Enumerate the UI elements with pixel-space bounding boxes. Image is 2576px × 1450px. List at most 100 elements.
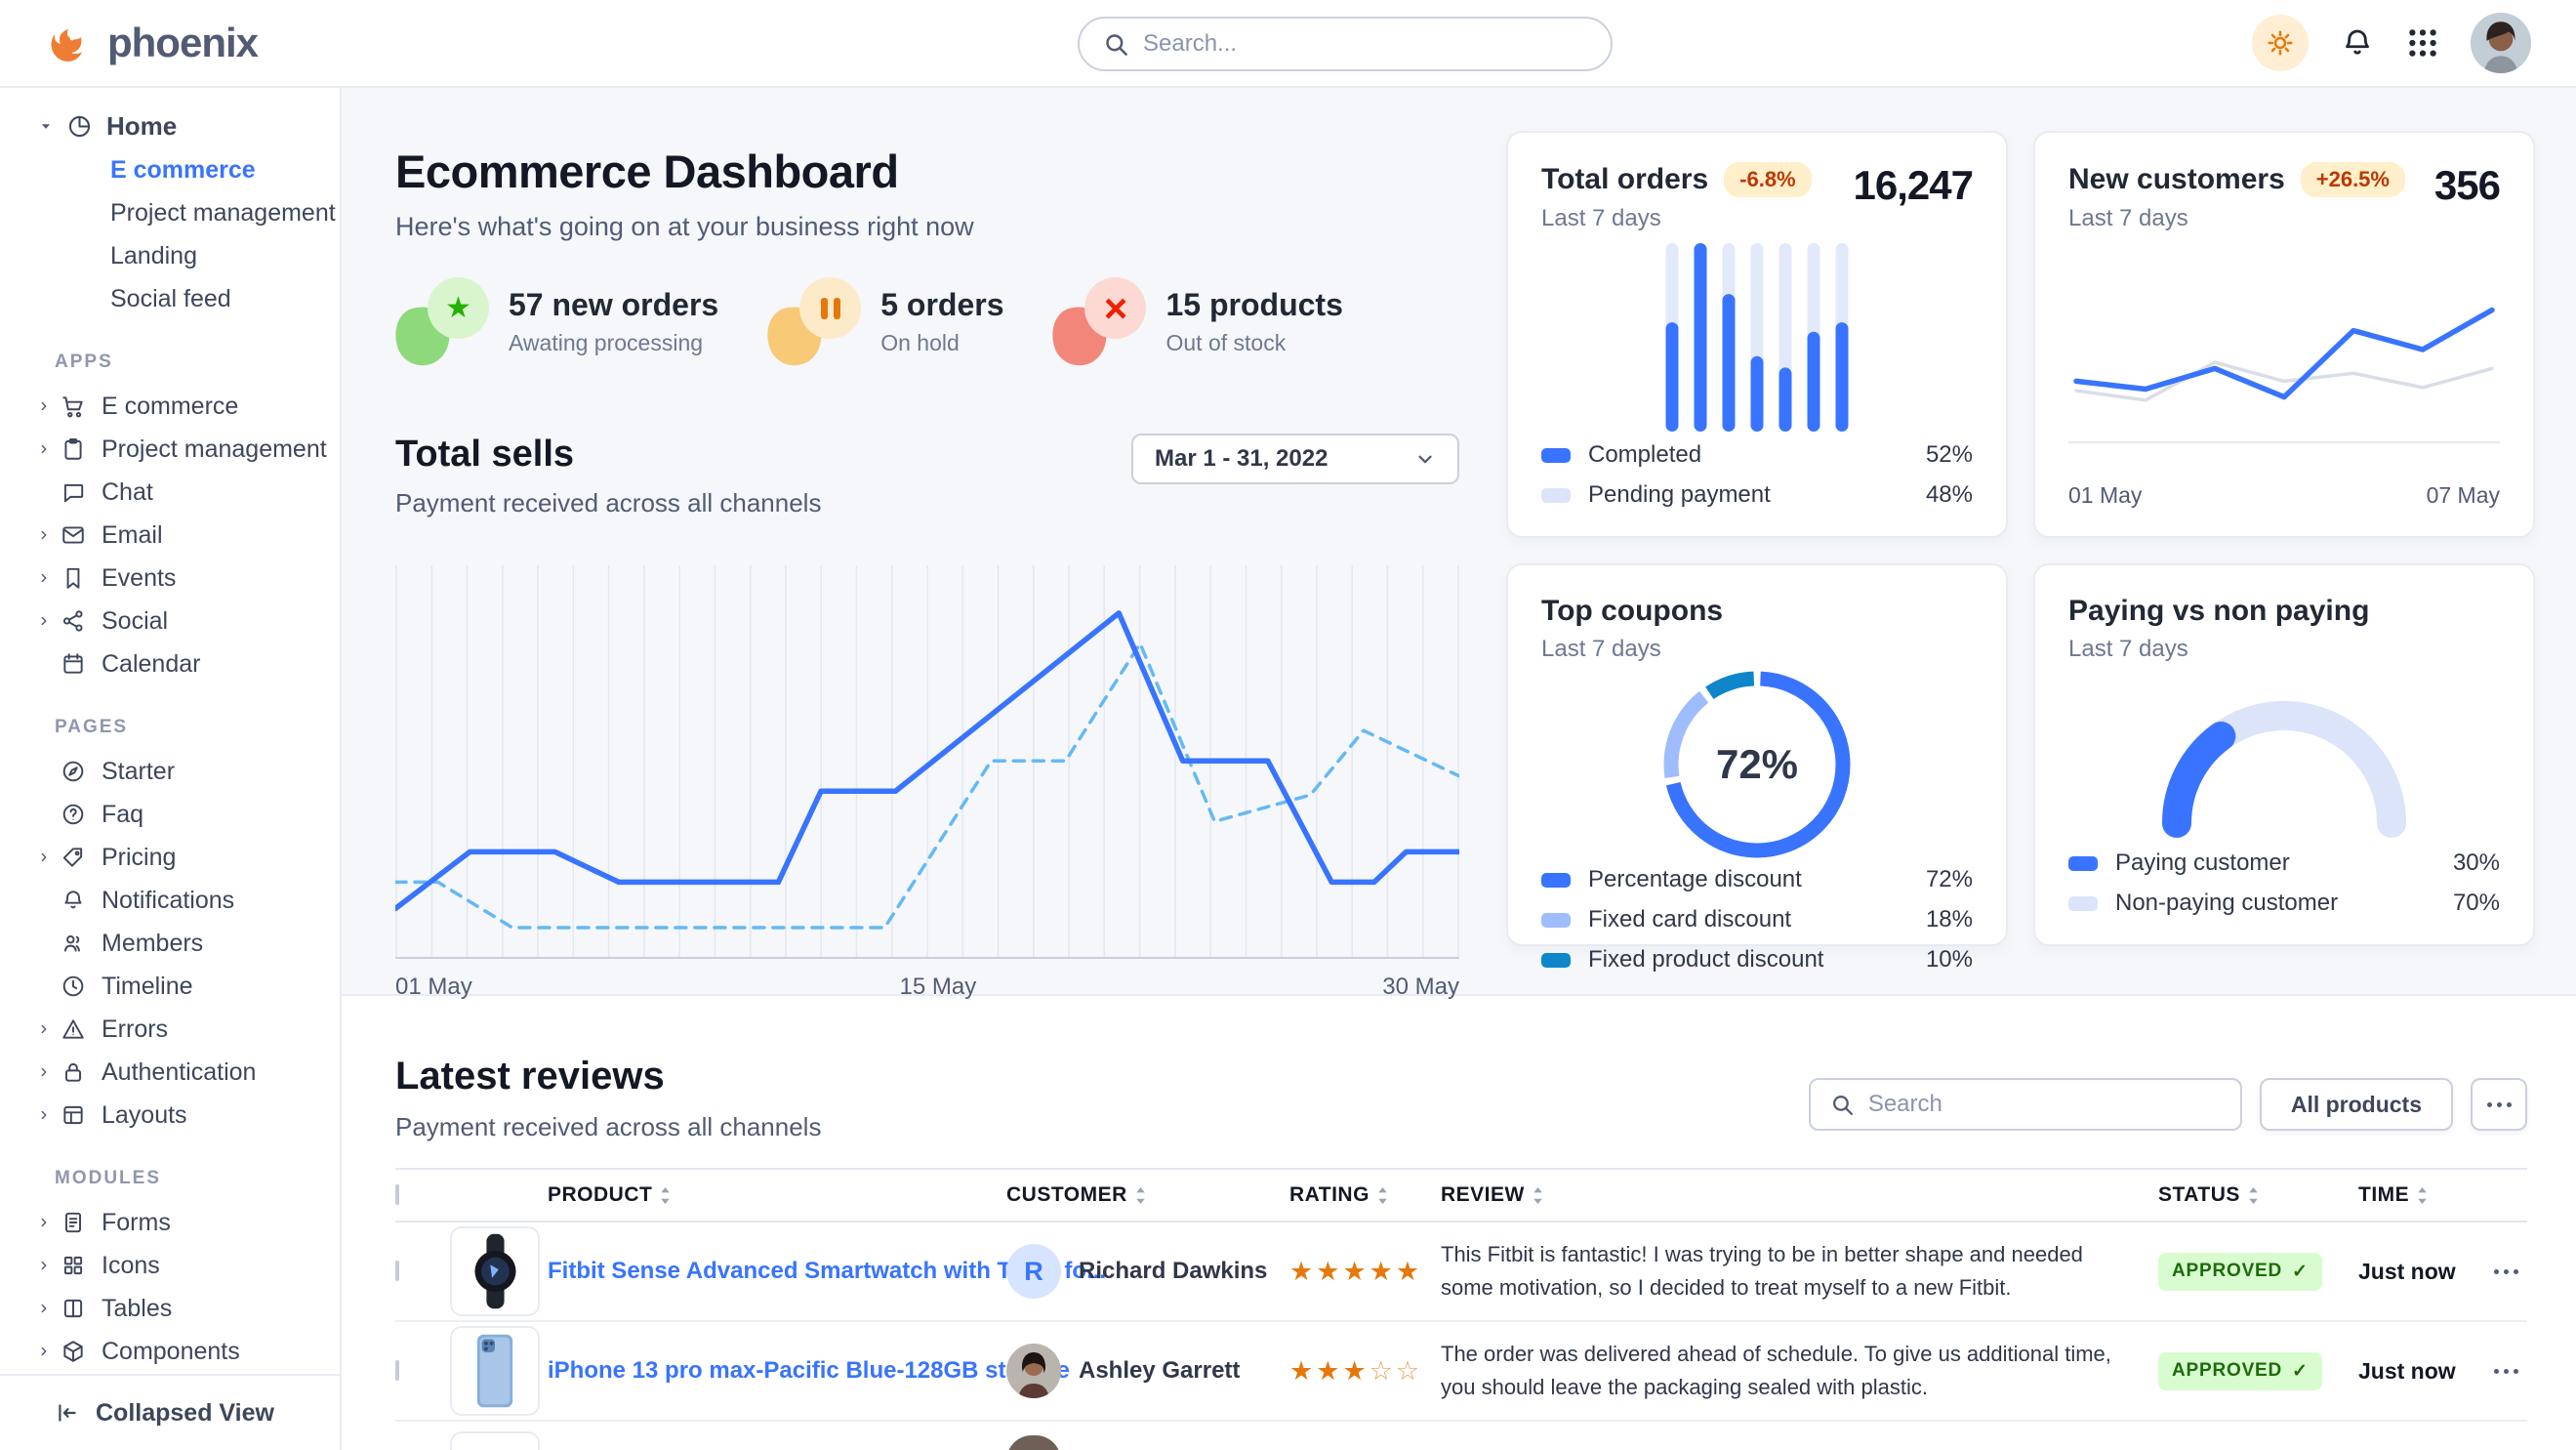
sidebar-item-email[interactable]: Email [0,514,340,557]
sidebar-section-label: PAGES [0,717,340,738]
sidebar-item-label: Notifications [102,887,234,915]
sidebar-item-authentication[interactable]: Authentication [0,1051,340,1094]
all-products-button[interactable]: All products [2260,1078,2453,1131]
customer-cell[interactable]: Ashley Garrett [1006,1344,1289,1398]
sidebar-item-icons[interactable]: Icons [0,1244,340,1287]
sidebar-item-faq[interactable]: Faq [0,793,340,836]
row-checkbox[interactable] [395,1261,399,1281]
legend-label: Fixed card discount [1588,906,1926,933]
sort-icon [1135,1187,1146,1204]
legend-swatch [2068,896,2098,911]
column-header-customer[interactable]: CUSTOMER [1006,1183,1289,1207]
sidebar-item-label: Chat [102,478,153,507]
chevron-right-icon [37,571,51,585]
sidebar-item-social[interactable]: Social [0,600,340,642]
product-image [450,1226,540,1316]
sidebar-item-calendar[interactable]: Calendar [0,642,340,685]
sidebar-item-label: Members [102,930,203,958]
review-text: This Fitbit is fantastic! I was trying t… [1441,1238,2158,1305]
document-icon [61,1210,86,1235]
column-header-status[interactable]: STATUS [2158,1183,2358,1207]
sidebar-item-chat[interactable]: Chat [0,471,340,514]
total-orders-legend: Completed52%Pending payment48% [1541,441,1973,509]
sidebar-item-label: Authentication [102,1058,256,1087]
sidebar-item-components[interactable]: Components [0,1330,340,1373]
sidebar-item-members[interactable]: Members [0,922,340,965]
search-icon [1830,1093,1855,1117]
legend-row: Non-paying customer70% [2068,890,2500,917]
notifications-button[interactable] [2340,25,2375,61]
column-header-review[interactable]: REVIEW [1441,1183,2158,1207]
sidebar-item-project-management[interactable]: Project management [0,191,340,234]
column-header-time[interactable]: TIME [2358,1183,2485,1207]
row-checkbox[interactable] [395,1360,399,1381]
chat-icon [61,479,86,505]
avatar: R [1006,1244,1061,1299]
total-sells-subtitle: Payment received across all channels [395,488,821,518]
sidebar-item-starter[interactable]: Starter [0,750,340,793]
chevron-right-icon [37,1345,51,1358]
sidebar-item-tables[interactable]: Tables [0,1287,340,1330]
legend-value: 70% [2453,890,2500,917]
row-menu-button[interactable] [2485,1269,2527,1274]
sidebar-item-label: Email [102,521,163,550]
sidebar-item-pricing[interactable]: Pricing [0,836,340,879]
legend-label: Paying customer [2115,849,2453,877]
date-range-value: Mar 1 - 31, 2022 [1155,445,1328,473]
column-header-rating[interactable]: RATING [1289,1183,1441,1207]
sidebar-item-errors[interactable]: Errors [0,1008,340,1051]
reviews-search-input[interactable] [1868,1091,2221,1118]
customer-cell[interactable]: R Richard Dawkins [1006,1244,1289,1299]
sidebar-item-project-management[interactable]: Project management [0,428,340,471]
reviews-subtitle: Payment received across all channels [395,1112,821,1142]
legend-swatch [1541,873,1571,888]
reviews-table: PRODUCT CUSTOMER RATING REVIEW STATUS TI… [395,1168,2527,1450]
apps-launcher-button[interactable] [2406,26,2439,60]
check-icon: ✓ [2292,1360,2309,1383]
search-input[interactable] [1143,30,1587,58]
axis-tick: 01 May [395,974,472,1001]
sidebar-item-notifications[interactable]: Notifications [0,879,340,922]
sidebar-item-home[interactable]: Home [0,104,340,148]
new-customers-value: 356 [2434,162,2500,209]
sidebar-item-e-commerce[interactable]: E commerce [0,148,340,191]
row-menu-button[interactable] [2485,1369,2527,1374]
more-options-button[interactable] [2471,1078,2527,1131]
main-content: Ecommerce Dashboard Here's what's going … [342,88,2576,1450]
new-customers-x-axis: 01 May 07 May [2068,482,2500,509]
sidebar-item-e-commerce[interactable]: E commerce [0,385,340,428]
sidebar-item-timeline[interactable]: Timeline [0,965,340,1008]
sidebar-item-label: Project management [102,435,327,464]
legend-swatch [1541,448,1571,463]
collapse-view-button[interactable]: Collapsed View [0,1374,340,1450]
card-subtitle: Last 7 days [2068,205,2405,232]
total-orders-card: Total orders -6.8% Last 7 days 16,247 Co… [1506,131,2008,538]
chevron-right-icon [37,1022,51,1036]
sidebar-item-events[interactable]: Events [0,557,340,600]
product-image [450,1326,540,1416]
date-range-select[interactable]: Mar 1 - 31, 2022 [1131,434,1459,484]
sidebar-item-social-feed[interactable]: Social feed [0,277,340,320]
sidebar-item-forms[interactable]: Forms [0,1201,340,1244]
stat-caption: On hold [880,330,1003,356]
legend-value: 72% [1926,866,1973,893]
change-badge: +26.5% [2301,162,2405,197]
user-avatar[interactable] [2471,13,2531,73]
ellipsis-icon [2494,1269,2518,1274]
legend-row: Paying customer30% [2068,849,2500,877]
reviews-search[interactable] [1809,1078,2242,1131]
sidebar-item-label: Timeline [102,973,193,1001]
brand-logo[interactable]: phoenix [45,20,258,66]
sidebar-item-label: Tables [102,1295,172,1323]
rating-stars: ★★★★★ [1289,1257,1422,1286]
theme-toggle-button[interactable] [2252,15,2309,71]
sidebar-item-label: Errors [102,1015,168,1044]
top-navbar: phoenix [0,0,2576,88]
sidebar-item-layouts[interactable]: Layouts [0,1094,340,1137]
question-circle-icon [61,802,86,827]
select-all-checkbox[interactable] [395,1184,399,1205]
column-header-product[interactable]: PRODUCT [548,1183,1006,1207]
sidebar-item-landing[interactable]: Landing [0,234,340,277]
bell-icon [2340,25,2375,61]
global-search[interactable] [1078,17,1613,71]
